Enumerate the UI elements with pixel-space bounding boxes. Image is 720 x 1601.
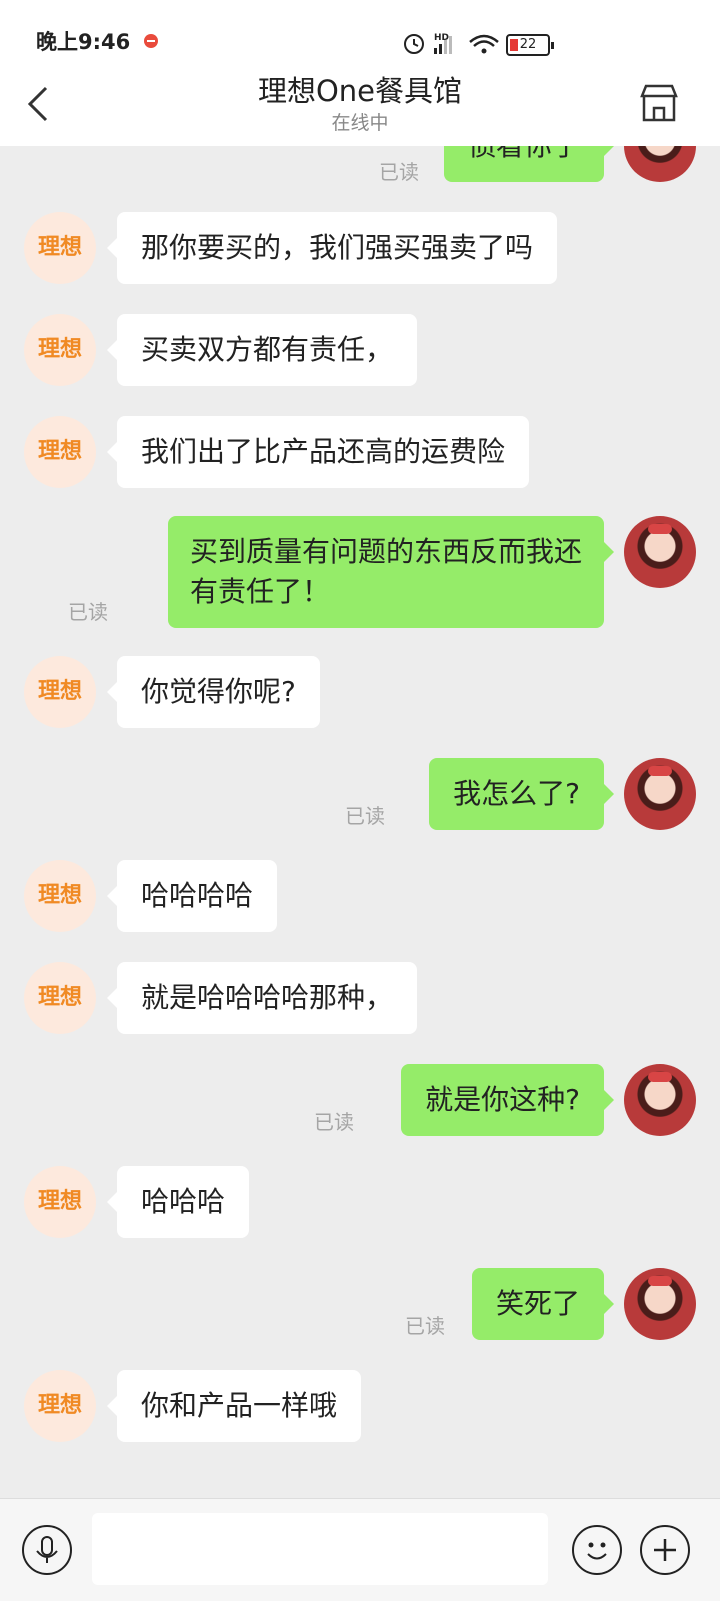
microphone-icon[interactable] xyxy=(22,1525,72,1575)
message-item: 理想 你觉得你呢? xyxy=(0,656,720,728)
message-bubble[interactable]: 买卖双方都有责任， xyxy=(106,314,418,386)
message-item: 偾看你了 已读 xyxy=(0,146,720,184)
message-item: 我怎么了? 已读 xyxy=(0,758,720,830)
signal-icon: HD xyxy=(434,33,452,54)
shop-avatar-text: 理想 xyxy=(37,883,82,908)
read-status: 已读 xyxy=(379,160,419,184)
message-bubble[interactable]: 哈哈哈 xyxy=(106,1166,250,1238)
shop-avatar-text: 理想 xyxy=(37,439,82,464)
user-avatar[interactable] xyxy=(624,1064,696,1136)
message-item: 笑死了 已读 xyxy=(0,1268,720,1340)
shop-avatar-text: 理想 xyxy=(37,1189,82,1214)
message-item: 理想 那你要买的，我们强买强卖了吗 xyxy=(0,212,720,284)
message-bubble[interactable]: 买到质量有问题的东西反而我还 有责任了！ xyxy=(167,516,615,628)
shop-avatar[interactable]: 理想 xyxy=(24,1370,96,1442)
message-item: 就是你这种? 已读 xyxy=(0,1064,720,1136)
message-item: 理想 哈哈哈 xyxy=(0,1166,720,1238)
message-bubble[interactable]: 我怎么了? xyxy=(429,758,614,830)
read-status: 已读 xyxy=(345,804,385,828)
message-item: 理想 就是哈哈哈哈那种， xyxy=(0,962,720,1034)
status-bar: 晚上9:46 HD 22 xyxy=(0,0,720,60)
message-item: 理想 你和产品一样哦 xyxy=(0,1370,720,1442)
alarm-icon xyxy=(404,34,424,54)
battery-icon: 22 xyxy=(506,34,554,56)
shop-avatar[interactable]: 理想 xyxy=(24,656,96,728)
message-bubble[interactable]: 就是你这种? xyxy=(401,1064,614,1136)
message-item: 买到质量有问题的东西反而我还 有责任了！ 已读 xyxy=(0,516,720,628)
wifi-icon xyxy=(469,34,499,54)
shop-avatar-text: 理想 xyxy=(37,679,82,704)
user-avatar[interactable] xyxy=(624,758,696,830)
message-bubble[interactable]: 我们出了比产品还高的运费险 xyxy=(106,416,530,488)
shop-avatar-text: 理想 xyxy=(37,235,82,260)
shop-avatar[interactable]: 理想 xyxy=(24,416,96,488)
notification-icon xyxy=(144,34,158,48)
status-time: 晚上9:46 xyxy=(36,30,131,54)
message-list[interactable]: 偾看你了 已读 理想 那你要买的，我们强买强卖了吗 理想 买卖双方都有责任， 理… xyxy=(0,146,720,1498)
message-input[interactable] xyxy=(92,1513,548,1585)
user-avatar[interactable] xyxy=(624,516,696,588)
read-status: 已读 xyxy=(314,1110,354,1134)
shop-avatar[interactable]: 理想 xyxy=(24,1166,96,1238)
message-bubble[interactable]: 那你要买的，我们强买强卖了吗 xyxy=(106,212,558,284)
chat-header: 理想One餐具馆 在线中 xyxy=(0,60,720,146)
online-status: 在线中 xyxy=(331,112,389,134)
read-status: 已读 xyxy=(68,600,108,624)
shop-avatar[interactable]: 理想 xyxy=(24,962,96,1034)
message-item: 理想 买卖双方都有责任， xyxy=(0,314,720,386)
message-bubble[interactable]: 笑死了 xyxy=(471,1268,615,1340)
message-item: 理想 我们出了比产品还高的运费险 xyxy=(0,416,720,488)
user-avatar[interactable] xyxy=(624,1268,696,1340)
shop-avatar[interactable]: 理想 xyxy=(24,212,96,284)
message-bubble[interactable]: 就是哈哈哈哈那种， xyxy=(106,962,418,1034)
message-bubble[interactable]: 你和产品一样哦 xyxy=(106,1370,362,1442)
read-status: 已读 xyxy=(405,1314,445,1338)
user-avatar[interactable] xyxy=(624,146,696,182)
shop-icon[interactable] xyxy=(638,82,680,124)
shop-avatar[interactable]: 理想 xyxy=(24,314,96,386)
message-item: 理想 哈哈哈哈 xyxy=(0,860,720,932)
shop-avatar-text: 理想 xyxy=(37,337,82,362)
plus-icon[interactable] xyxy=(640,1525,690,1575)
message-bubble[interactable]: 你觉得你呢? xyxy=(107,656,320,728)
message-bubble[interactable]: 哈哈哈哈 xyxy=(106,860,278,932)
emoji-icon[interactable] xyxy=(572,1525,622,1575)
shop-avatar-text: 理想 xyxy=(37,985,82,1010)
shop-avatar-text: 理想 xyxy=(37,1393,82,1418)
chat-title: 理想One餐具馆 xyxy=(257,74,463,108)
message-bubble[interactable]: 偾看你了 xyxy=(443,146,615,182)
shop-avatar[interactable]: 理想 xyxy=(24,860,96,932)
input-bar xyxy=(0,1498,720,1601)
